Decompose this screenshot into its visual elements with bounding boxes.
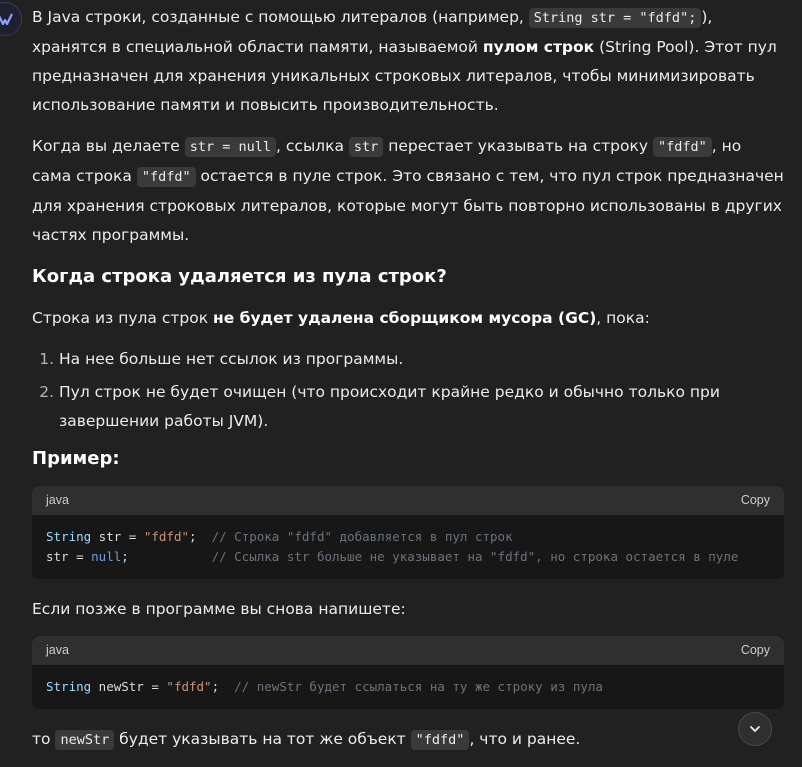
code-token: newStr =: [91, 679, 167, 694]
inline-code: "fdfd": [136, 167, 196, 187]
assistant-avatar: [0, 2, 22, 36]
paragraph-later: Если позже в программе вы снова напишете…: [32, 600, 406, 618]
inline-code: newStr: [55, 730, 115, 750]
chevron-down-icon: [750, 726, 760, 732]
code-language-label: java: [46, 493, 69, 507]
paragraph-conclusion: то newStr будет указывать на тот же объе…: [32, 725, 784, 755]
bold-text: пулом строк: [482, 38, 595, 56]
text: Когда вы делаете: [32, 137, 185, 155]
code-block-header: java Copy: [32, 636, 784, 665]
text: В Java строки, созданные с помощью литер…: [32, 8, 529, 26]
code-token: String: [46, 529, 92, 544]
paragraph-intro: В Java строки, созданные с помощью литер…: [32, 3, 784, 120]
text: , ссылка: [276, 137, 349, 155]
assistant-logo-icon: [0, 13, 13, 26]
inline-code: String str = "fdfd";: [528, 8, 702, 28]
code-comment: // Ссылка str больше не указывает на "fd…: [128, 549, 739, 564]
code-token: ;: [189, 529, 197, 544]
code-block: java Copy String newStr = "fdfd"; // new…: [32, 636, 784, 709]
text: , что и ранее.: [469, 730, 581, 748]
code-content: String str = "fdfd"; // Строка "fdfd" до…: [32, 515, 784, 579]
inline-code: "fdfd": [652, 137, 712, 157]
paragraph-null: Когда вы делаете str = null, ссылка str …: [32, 132, 784, 250]
text: то: [32, 730, 56, 748]
copy-code-button[interactable]: Copy: [741, 486, 770, 515]
code-token: =: [68, 549, 92, 564]
inline-code: str = null: [184, 137, 277, 157]
text: Строка из пула строк: [32, 309, 214, 327]
code-token: "fdfd": [143, 529, 189, 544]
code-token: "fdfd": [166, 679, 212, 694]
assistant-message: В Java строки, созданные с помощью литер…: [32, 3, 784, 767]
scroll-to-bottom-button[interactable]: [738, 712, 772, 746]
copy-code-button[interactable]: Copy: [741, 636, 770, 665]
paragraph-gc: Строка из пула строк не будет удалена сб…: [32, 304, 784, 333]
bold-text: не будет удалена сборщиком мусора (GC): [213, 309, 597, 327]
code-block-header: java Copy: [32, 486, 784, 515]
code-content: String newStr = "fdfd"; // newStr будет …: [32, 665, 784, 709]
code-token: str =: [91, 529, 144, 544]
text: , пока:: [596, 309, 650, 327]
list-item: На нее больше нет ссылок из программы.: [59, 345, 784, 374]
text: перестает указывать на строку: [383, 137, 653, 155]
inline-code: str: [348, 137, 384, 157]
section-heading: Когда строка удаляется из пула строк?: [32, 266, 447, 287]
code-language-label: java: [46, 643, 69, 657]
code-token: null: [91, 549, 122, 564]
code-token: ;: [121, 549, 129, 564]
code-block: java Copy String str = "fdfd"; // Строка…: [32, 486, 784, 579]
example-heading: Пример:: [32, 448, 120, 469]
text: будет указывать на тот же объект: [114, 730, 411, 748]
code-comment: // newStr будет ссылаться на ту же строк…: [219, 679, 603, 694]
inline-code: "fdfd": [410, 730, 470, 750]
code-token: ;: [211, 679, 220, 694]
numbered-list: На нее больше нет ссылок из программы. П…: [32, 345, 784, 436]
code-comment: // Строка "fdfd" добавляется в пул строк: [196, 529, 513, 544]
code-token: str: [46, 549, 69, 564]
code-token: String: [46, 679, 92, 694]
list-item: Пул строк не будет очищен (что происходи…: [59, 378, 784, 436]
